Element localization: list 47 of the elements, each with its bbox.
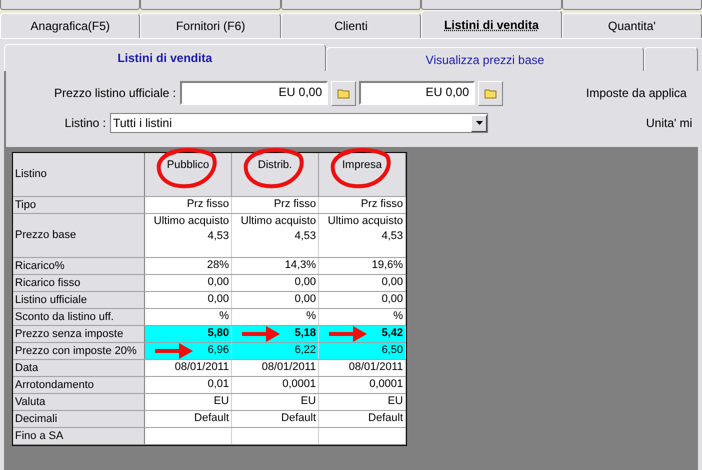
row-label: Fino a SA (13, 428, 145, 444)
tab[interactable] (421, 0, 562, 10)
tab[interactable] (562, 0, 702, 10)
table-cell: 6,22 (232, 343, 319, 359)
tab[interactable]: Anagrafica(F5) (0, 13, 140, 38)
table-cell: 6,50 (319, 343, 406, 359)
table-cell: 5,80 (145, 326, 232, 342)
column-header: Distrib. (258, 158, 292, 171)
folder-icon (336, 88, 350, 98)
row-label: Prezzo senza imposte (13, 326, 145, 342)
field-label: Prezzo listino ufficiale : (53, 85, 177, 102)
row-label: Decimali (13, 411, 145, 427)
row-label: Prezzo con imposte 20% (13, 343, 145, 359)
header-cell: Listino (13, 153, 145, 196)
field-label: Imposte da applica (586, 85, 688, 102)
field-label: Unita' mi (646, 115, 694, 132)
price-field[interactable]: EU 0,00 (359, 81, 475, 105)
row-label: Prezzo base (13, 214, 145, 257)
tab[interactable] (0, 0, 140, 10)
tab[interactable]: Fornitori (F6) (140, 13, 281, 38)
row-label: Valuta (13, 394, 145, 410)
column-header: Impresa (342, 158, 382, 171)
row-label: Listino ufficiale (13, 292, 145, 308)
row-label: Tipo (13, 197, 145, 213)
folder-button[interactable] (478, 80, 503, 106)
folder-button[interactable] (331, 80, 356, 106)
tab[interactable]: Quantita' (562, 13, 702, 38)
tab[interactable]: Visualizza prezzi base (326, 47, 644, 71)
tab[interactable]: Clienti (280, 13, 422, 38)
row-label: Data (13, 360, 145, 376)
row-label: Sconto da listino uff. (13, 309, 145, 325)
table-cell: 5,18 (232, 326, 319, 342)
tab[interactable] (280, 0, 422, 10)
field-label: Listino : (64, 115, 107, 132)
tab[interactable] (140, 0, 281, 10)
table-cell: 6,96 (145, 343, 232, 359)
folder-icon (484, 88, 498, 98)
tab[interactable]: Listini di vendita (421, 10, 562, 38)
column-header: Pubblico (166, 158, 210, 171)
row-label: Ricarico% (13, 258, 145, 274)
table-cell: 5,42 (319, 326, 406, 342)
row-label: Ricarico fisso (13, 275, 145, 291)
dropdown-arrow-icon (476, 121, 482, 125)
listino-dropdown[interactable]: Tutti i listini (110, 113, 488, 133)
tab[interactable]: Listini di vendita (4, 44, 326, 71)
price-field[interactable]: EU 0,00 (180, 81, 328, 105)
row-label: Arrotondamento (13, 377, 145, 393)
